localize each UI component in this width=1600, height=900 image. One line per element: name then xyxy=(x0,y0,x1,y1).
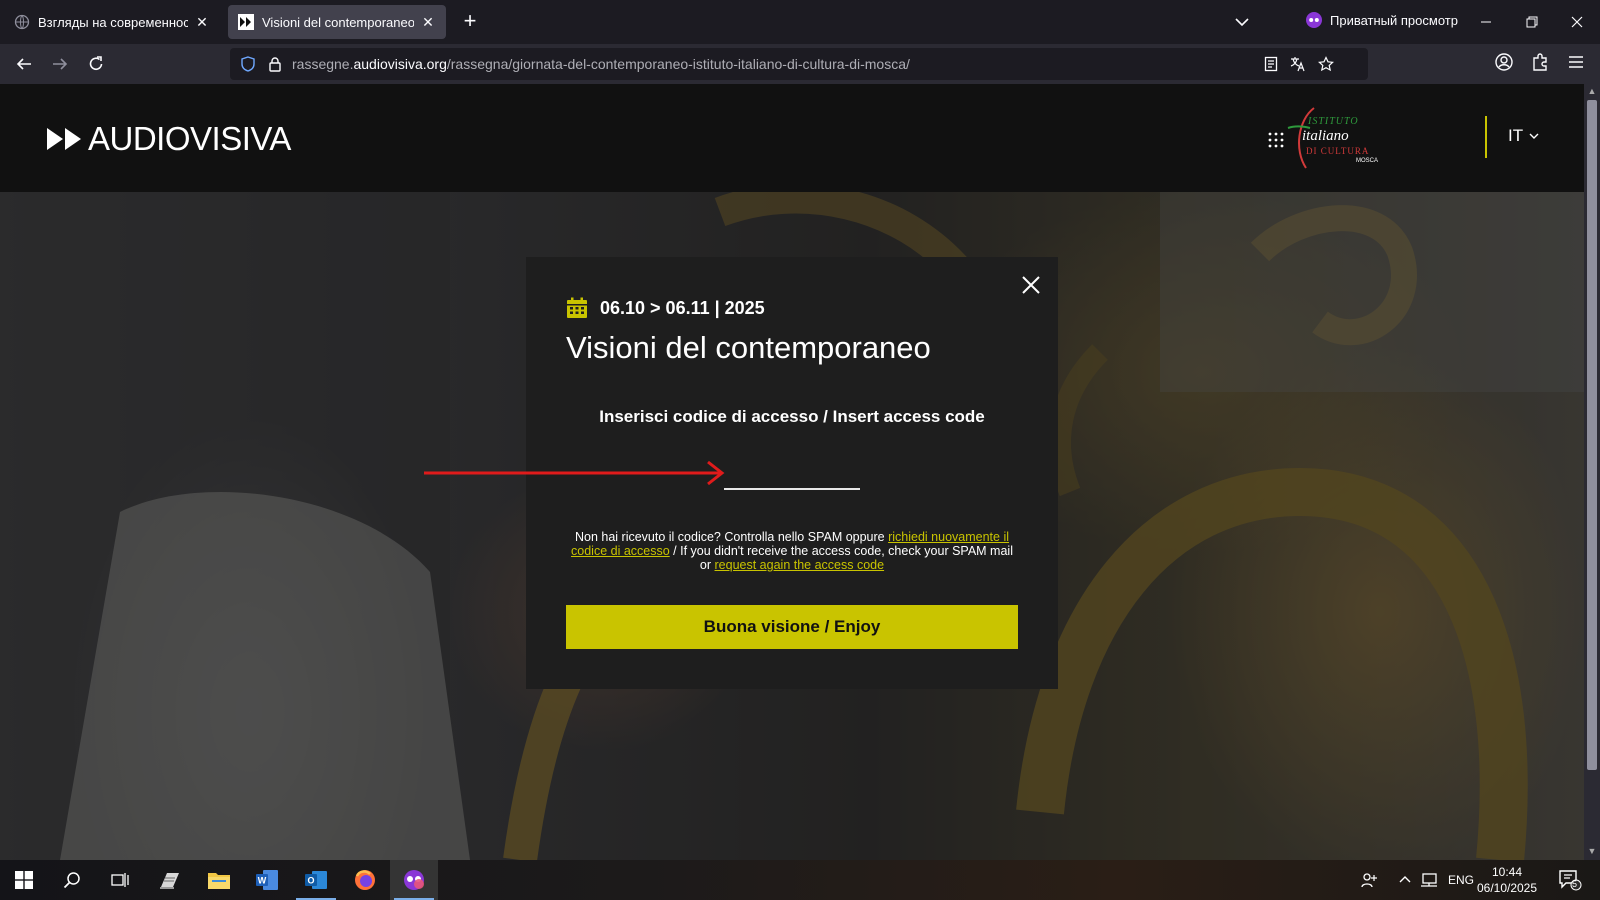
private-browsing-label: Приватный просмотр xyxy=(1330,12,1458,28)
firefox-private-app-icon[interactable] xyxy=(390,860,438,900)
browser-tab-2[interactable]: Visioni del contemporaneo – Au ✕ xyxy=(228,5,446,39)
reload-icon[interactable] xyxy=(84,52,108,76)
request-code-link-en[interactable]: request again the access code xyxy=(715,558,885,572)
resend-code-help: Non hai ricevuto il codice? Controlla ne… xyxy=(571,530,1013,572)
site-header: AUDIOVISIVA ISTITUTO italiano DI CULTURA… xyxy=(0,84,1584,192)
system-clock[interactable]: 10:44 06/10/2025 xyxy=(1474,864,1540,896)
logo-italiano: italiano xyxy=(1302,128,1349,144)
grid-dots-icon xyxy=(1268,132,1284,148)
logo-mosca: MOSCA xyxy=(1356,158,1379,164)
input-language-indicator[interactable]: ENG xyxy=(1448,860,1474,900)
language-selector[interactable]: IT xyxy=(1508,126,1539,146)
windows-start-icon[interactable] xyxy=(0,860,48,900)
tab-title: Visioni del contemporaneo – Au xyxy=(262,14,414,30)
svg-text:W: W xyxy=(258,876,267,886)
browser-tab-bar: Взгляды на современность: он ✕ Visioni d… xyxy=(0,0,1600,44)
word-app-icon[interactable]: W xyxy=(243,860,291,900)
event-date-range: 06.10 > 06.11 | 2025 xyxy=(600,297,765,318)
tracking-shield-icon[interactable] xyxy=(240,56,256,72)
show-hidden-icons-chevron-icon[interactable] xyxy=(1398,860,1412,900)
url-bar[interactable]: rassegne.audiovisiva.org/rassegna/giorna… xyxy=(230,48,1368,80)
extensions-icon[interactable] xyxy=(1530,52,1550,72)
header-divider xyxy=(1485,116,1487,158)
red-annotation-arrow xyxy=(424,460,725,486)
notes-app-icon[interactable] xyxy=(146,860,194,900)
task-view-icon[interactable] xyxy=(96,860,144,900)
chevron-down-icon[interactable] xyxy=(1232,12,1252,32)
event-title: Visioni del contemporaneo xyxy=(566,330,931,365)
scrollbar-thumb[interactable] xyxy=(1587,100,1597,770)
globe-icon xyxy=(14,14,30,30)
access-code-label: Inserisci codice di accesso / Insert acc… xyxy=(599,407,985,426)
firefox-app-icon[interactable] xyxy=(341,860,389,900)
fast-forward-icon xyxy=(46,126,84,152)
tab-title: Взгляды на современность: он xyxy=(38,14,188,30)
calendar-icon xyxy=(567,297,587,318)
clock-time: 10:44 xyxy=(1491,865,1523,879)
audiovisiva-favicon-icon xyxy=(238,14,254,30)
new-tab-button[interactable]: + xyxy=(458,10,482,34)
translate-icon[interactable] xyxy=(1290,56,1306,72)
reader-view-icon[interactable] xyxy=(1263,56,1279,72)
private-browsing-indicator: Приватный просмотр xyxy=(1306,12,1458,28)
file-explorer-icon[interactable] xyxy=(195,860,243,900)
private-mask-icon xyxy=(1306,12,1322,28)
url-text[interactable]: rassegne.audiovisiva.org/rassegna/giorna… xyxy=(292,56,910,72)
audiovisiva-logo[interactable]: AUDIOVISIVA xyxy=(46,120,291,158)
access-code-input[interactable] xyxy=(724,462,860,490)
close-window-icon[interactable] xyxy=(1565,10,1589,34)
chevron-down-icon xyxy=(1529,133,1539,139)
logo-di-cultura: DI CULTURA xyxy=(1306,146,1370,156)
restore-icon[interactable] xyxy=(1520,10,1544,34)
enjoy-submit-button[interactable]: Buona visione / Enjoy xyxy=(566,605,1018,649)
page-scrollbar[interactable]: ▲ ▼ xyxy=(1584,84,1600,860)
scroll-up-icon[interactable]: ▲ xyxy=(1587,86,1597,96)
event-date-row: 06.10 > 06.11 | 2025 xyxy=(566,297,765,319)
browser-nav-bar: rassegne.audiovisiva.org/rassegna/giorna… xyxy=(0,44,1600,84)
bookmark-star-icon[interactable] xyxy=(1318,56,1334,72)
account-icon[interactable] xyxy=(1494,52,1514,72)
close-tab-icon[interactable]: ✕ xyxy=(194,14,210,30)
notification-count-badge: 5 xyxy=(1572,879,1578,889)
browser-tab-1[interactable]: Взгляды на современность: он ✕ xyxy=(4,5,220,39)
logo-istituto: ISTITUTO xyxy=(1308,116,1359,127)
people-tray-icon[interactable] xyxy=(1360,860,1378,900)
notifications-icon[interactable]: 5 xyxy=(1558,860,1582,900)
windows-taskbar: W O ENG 10:44 06/10/2025 5 xyxy=(0,860,1600,900)
lock-icon[interactable] xyxy=(267,56,283,72)
forward-arrow-icon[interactable] xyxy=(48,52,72,76)
logo-text: AUDIOVISIVA xyxy=(88,120,291,157)
scroll-down-icon[interactable]: ▼ xyxy=(1587,846,1597,856)
search-icon[interactable] xyxy=(48,860,96,900)
close-modal-icon[interactable] xyxy=(1020,274,1042,296)
network-icon[interactable] xyxy=(1420,860,1438,900)
language-label: IT xyxy=(1508,126,1524,145)
close-tab-icon[interactable]: ✕ xyxy=(420,14,436,30)
istituto-italiano-cultura-logo[interactable]: ISTITUTO italiano DI CULTURA MOSCA xyxy=(1268,106,1380,170)
hamburger-menu-icon[interactable] xyxy=(1566,52,1586,72)
svg-text:O: O xyxy=(307,876,314,886)
outlook-app-icon[interactable]: O xyxy=(292,860,340,900)
minimize-icon[interactable] xyxy=(1474,10,1498,34)
back-arrow-icon[interactable] xyxy=(12,52,36,76)
clock-date: 06/10/2025 xyxy=(1476,881,1538,895)
